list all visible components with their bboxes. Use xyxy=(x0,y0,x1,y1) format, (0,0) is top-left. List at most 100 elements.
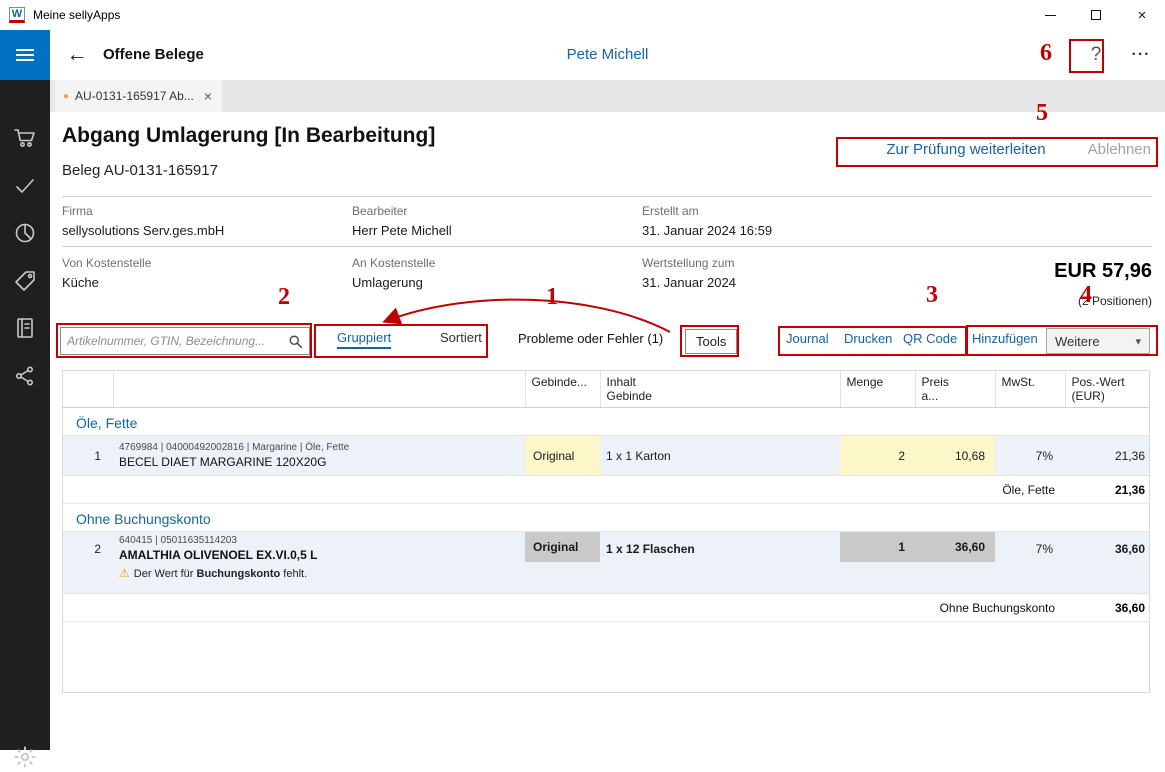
table-row[interactable]: 2 640415 | 05011635114203 AMALTHIA OLIVE… xyxy=(63,532,1150,594)
sidebar-item-share[interactable] xyxy=(0,361,50,391)
meta-erstellt-am: Erstellt am 31. Januar 2024 16:59 xyxy=(642,204,772,238)
meta-value: Herr Pete Michell xyxy=(352,223,452,238)
tab-bar: ● AU-0131-165917 Ab... × xyxy=(50,80,1165,112)
menge-cell[interactable]: 2 xyxy=(840,436,915,476)
table-row[interactable]: 1 4769984 | 04000492002816 | Margarine |… xyxy=(63,436,1150,476)
meta-label: Erstellt am xyxy=(642,204,772,218)
close-button[interactable]: × xyxy=(1119,0,1165,30)
journal-link[interactable]: Journal xyxy=(786,331,829,346)
subtotal-label: Ohne Buchungskonto xyxy=(63,594,1065,622)
sorted-toggle[interactable]: Sortiert xyxy=(440,330,482,345)
mwst-cell: 7% xyxy=(995,436,1065,476)
positions-table: Gebinde... InhaltGebinde Menge Preisa...… xyxy=(62,370,1150,693)
wert-cell: 36,60 xyxy=(1065,532,1150,594)
app-logo-icon: W xyxy=(9,7,25,23)
table-filler xyxy=(63,622,1150,692)
close-icon: × xyxy=(1138,7,1147,24)
meta-von-kostenstelle: Von Kostenstelle Küche xyxy=(62,256,151,290)
back-arrow-icon: ← xyxy=(67,43,88,67)
sidebar-item-reports[interactable] xyxy=(0,218,50,248)
meta-value: 31. Januar 2024 xyxy=(642,275,736,290)
meta-label: Wertstellung zum xyxy=(642,256,736,270)
col-gebinde[interactable]: Gebinde... xyxy=(525,371,600,408)
window-title: Meine sellyApps xyxy=(33,8,120,22)
sidebar-item-tasks[interactable] xyxy=(0,171,50,201)
reject-button[interactable]: Ablehnen xyxy=(1088,141,1151,158)
meta-an-kostenstelle: An Kostenstelle Umlagerung xyxy=(352,256,435,290)
meta-label: Von Kostenstelle xyxy=(62,256,151,270)
sidebar-item-settings[interactable] xyxy=(0,742,50,772)
annotation-number-2: 2 xyxy=(278,284,290,311)
settings-gear-icon xyxy=(13,745,37,769)
menu-button[interactable] xyxy=(0,30,50,80)
ellipsis-icon: ··· xyxy=(1132,46,1151,64)
sidebar-item-prices[interactable] xyxy=(0,266,50,296)
row-number: 2 xyxy=(63,532,113,594)
col-inhalt[interactable]: InhaltGebinde xyxy=(600,371,840,408)
col-wert[interactable]: Pos.-Wert(EUR) xyxy=(1065,371,1150,408)
sidebar-item-journal[interactable] xyxy=(0,313,50,343)
back-button[interactable]: ← xyxy=(60,40,94,70)
maximize-icon xyxy=(1091,10,1101,20)
check-icon xyxy=(13,174,37,198)
article-meta: 4769984 | 04000492002816 | Margarine | Ö… xyxy=(119,442,519,453)
meta-value: Küche xyxy=(62,275,151,290)
col-number xyxy=(63,371,113,408)
document-number: Beleg AU-0131-165917 xyxy=(62,162,218,179)
tag-icon xyxy=(13,269,37,293)
col-preis[interactable]: Preisa... xyxy=(915,371,995,408)
meta-bearbeiter: Bearbeiter Herr Pete Michell xyxy=(352,204,452,238)
app-header: ← Offene Belege Pete Michell ? ··· xyxy=(50,30,1165,80)
minimize-button[interactable] xyxy=(1027,0,1073,30)
group-header-row: Öle, Fette xyxy=(63,408,1150,436)
tab-document[interactable]: ● AU-0131-165917 Ab... × xyxy=(55,80,222,112)
minimize-icon xyxy=(1045,15,1056,16)
forward-review-button[interactable]: Zur Prüfung weiterleiten xyxy=(886,141,1045,158)
group-name: Ohne Buchungskonto xyxy=(63,504,1150,532)
problems-label[interactable]: Probleme oder Fehler (1) xyxy=(518,331,663,346)
search-icon[interactable] xyxy=(288,334,303,349)
tools-button[interactable]: Tools xyxy=(685,329,737,354)
positions-count: (2 Positionen) xyxy=(1078,294,1152,308)
article-cell: 640415 | 05011635114203 AMALTHIA OLIVENO… xyxy=(113,532,525,594)
gebinde-cell[interactable]: Original xyxy=(525,436,600,476)
qr-code-link[interactable]: QR Code xyxy=(903,331,957,346)
journal-icon xyxy=(13,316,37,340)
meta-wertstellung: Wertstellung zum 31. Januar 2024 xyxy=(642,256,736,290)
col-mwst[interactable]: MwSt. xyxy=(995,371,1065,408)
search-input[interactable] xyxy=(61,334,288,348)
col-menge[interactable]: Menge xyxy=(840,371,915,408)
subtotal-value: 21,36 xyxy=(1065,476,1150,504)
meta-label: Bearbeiter xyxy=(352,204,452,218)
more-dropdown[interactable]: Weitere ▾ xyxy=(1046,328,1150,354)
subtotal-row: Öle, Fette 21,36 xyxy=(63,476,1150,504)
window-controls: × xyxy=(1027,0,1165,30)
annotation-number-3: 3 xyxy=(926,282,938,309)
group-name: Öle, Fette xyxy=(63,408,1150,436)
row-number: 1 xyxy=(63,436,113,476)
cart-icon xyxy=(13,126,37,150)
preis-cell[interactable]: 36,60 xyxy=(915,532,995,594)
print-link[interactable]: Drucken xyxy=(844,331,892,346)
sidebar-item-cart[interactable] xyxy=(0,123,50,153)
tab-label: AU-0131-165917 Ab... xyxy=(75,89,194,103)
document-actions: Zur Prüfung weiterleiten Ablehnen xyxy=(836,141,1151,158)
more-options-button[interactable]: ··· xyxy=(1122,40,1160,70)
subtotal-value: 36,60 xyxy=(1065,594,1150,622)
divider xyxy=(62,246,1152,247)
menge-cell[interactable]: 1 xyxy=(840,532,915,594)
add-link[interactable]: Hinzufügen xyxy=(972,331,1038,346)
grouped-toggle[interactable]: Gruppiert xyxy=(337,330,391,349)
help-button[interactable]: ? xyxy=(1078,40,1114,70)
meta-value: 31. Januar 2024 16:59 xyxy=(642,223,772,238)
gebinde-cell[interactable]: Original xyxy=(525,532,600,594)
tab-close-icon[interactable]: × xyxy=(202,88,214,104)
user-name-link[interactable]: Pete Michell xyxy=(567,46,649,63)
meta-firma: Firma sellysolutions Serv.ges.mbH xyxy=(62,204,224,238)
unsaved-dot-icon: ● xyxy=(63,91,69,102)
inhalt-cell: 1 x 12 Flaschen xyxy=(600,532,840,594)
inhalt-cell: 1 x 1 Karton xyxy=(600,436,840,476)
preis-cell[interactable]: 10,68 xyxy=(915,436,995,476)
mwst-cell: 7% xyxy=(995,532,1065,594)
maximize-button[interactable] xyxy=(1073,0,1119,30)
